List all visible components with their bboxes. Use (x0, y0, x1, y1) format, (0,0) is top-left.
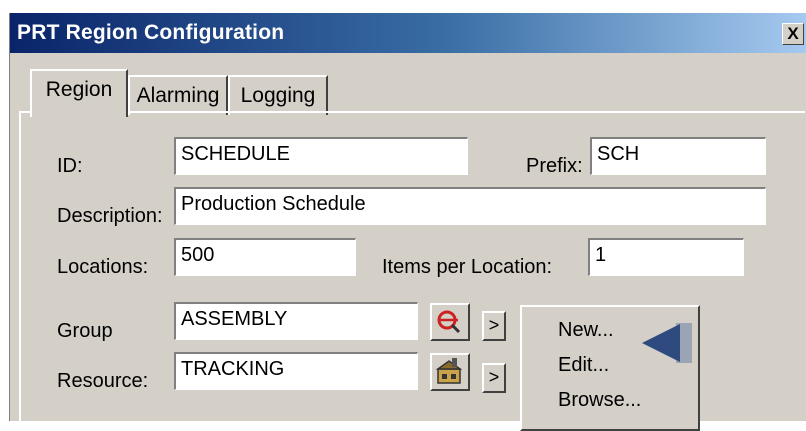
tab-logging[interactable]: Logging (228, 75, 328, 115)
items-per-location-field[interactable]: 1 (588, 238, 744, 276)
group-more-button[interactable]: > (482, 311, 506, 341)
prefix-field[interactable]: SCH (590, 137, 766, 175)
group-label: Group (57, 320, 113, 342)
items-per-location-label: Items per Location: (382, 256, 553, 278)
resource-lookup-button[interactable] (430, 353, 470, 391)
prt-region-configuration-dialog: PRT Region Configuration X Region Alarmi… (9, 13, 806, 431)
resource-label: Resource: (57, 370, 149, 392)
resource-more-button[interactable]: > (482, 363, 506, 393)
group-lookup-button[interactable] (430, 303, 470, 341)
window-title: PRT Region Configuration (17, 21, 285, 44)
description-field[interactable]: Production Schedule (174, 187, 766, 225)
resource-field[interactable]: TRACKING (174, 352, 418, 390)
tab-region[interactable]: Region (30, 69, 128, 117)
id-field[interactable]: SCHEDULE (174, 137, 468, 175)
locations-field[interactable]: 500 (174, 238, 356, 276)
menu-item-new[interactable]: New... (558, 319, 614, 342)
pointer-arrow-icon (642, 323, 692, 363)
close-button[interactable]: X (782, 23, 804, 45)
prefix-label: Prefix: (526, 155, 583, 177)
description-label: Description: (57, 205, 163, 227)
id-label: ID: (57, 155, 83, 177)
resource-building-icon (435, 358, 463, 384)
group-lookup-icon (437, 310, 461, 334)
menu-item-browse[interactable]: Browse... (558, 389, 641, 412)
tab-alarming[interactable]: Alarming (128, 75, 228, 115)
menu-item-edit[interactable]: Edit... (558, 354, 609, 377)
title-bar[interactable]: PRT Region Configuration X (10, 13, 806, 53)
locations-label: Locations: (57, 256, 149, 278)
group-field[interactable]: ASSEMBLY (174, 302, 418, 340)
